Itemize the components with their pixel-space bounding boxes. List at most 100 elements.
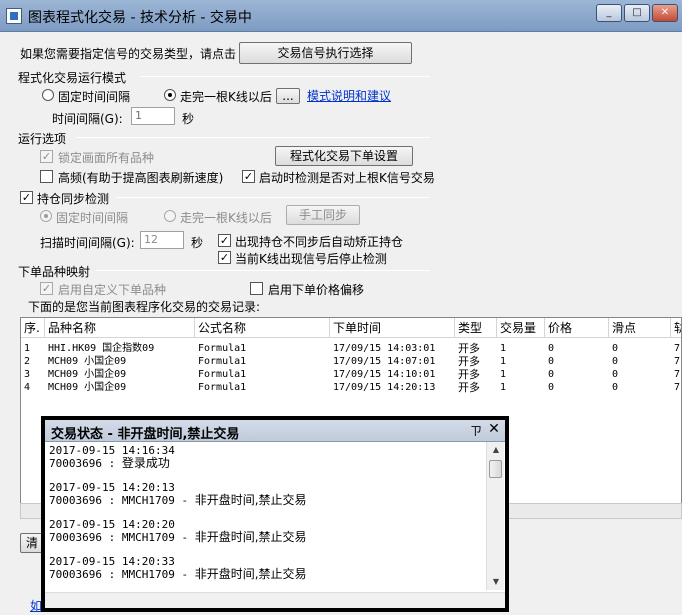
table-row[interactable]: 1 HHI.HK09 国企指数09 Formula1 17/09/15 14:03:0… — [21, 342, 681, 355]
log-account: 70003696 : MMCH1709 - — [49, 494, 195, 507]
sync-fixed-radio[interactable] — [40, 210, 52, 222]
table-cell: 7 — [674, 369, 681, 380]
scan-interval-label: 扫描时间间隔(G): — [40, 236, 135, 250]
col-index[interactable]: 序. — [21, 318, 45, 338]
title-bar[interactable]: 图表程式化交易 - 技术分析 - 交易中 _ □ ✕ — [0, 0, 682, 32]
table-cell: 7 — [674, 382, 681, 393]
log-entry: 2017-09-15 14:20:20 70003696 : MMCH1709 -… — [49, 518, 485, 544]
table-header: 序. 品种名称 公式名称 下单时间 类型 交易量 价格 滑点 轨 — [21, 318, 681, 338]
sync-after-kline-label: 走完一根K线以后 — [180, 211, 272, 225]
section-divider — [140, 76, 430, 77]
table-cell: 1 — [500, 356, 507, 367]
scan-interval-input[interactable]: 12 — [140, 231, 184, 249]
table-cell: Formula1 — [198, 356, 247, 367]
table-cell: 1 — [500, 369, 507, 380]
col-slippage[interactable]: 滑点 — [609, 318, 671, 338]
window-title: 图表程式化交易 - 技术分析 - 交易中 — [28, 10, 252, 26]
auto-correct-checkbox[interactable]: ✓ — [218, 234, 231, 247]
table-cell: MCH09 小国企09 — [48, 382, 127, 393]
interval-input[interactable]: 1 — [131, 107, 175, 125]
startup-check-checkbox[interactable]: ✓ — [242, 170, 255, 183]
sync-after-kline-radio[interactable] — [164, 210, 176, 222]
table-cell: 开多 — [458, 381, 480, 394]
trade-status-panel[interactable]: 交易状态 - 非开盘时间,禁止交易 ㄗ ✕ 2017-09-15 14:16:3… — [41, 416, 509, 612]
table-cell: 开多 — [458, 368, 480, 381]
table-cell: 17/09/15 14:10:01 — [333, 369, 436, 380]
col-extra[interactable]: 轨 — [671, 318, 681, 338]
log-text: 非开盘时间,禁止交易 — [194, 567, 307, 581]
table-body: 1 HHI.HK09 国企指数09 Formula1 17/09/15 14:03:0… — [21, 342, 681, 422]
col-volume[interactable]: 交易量 — [497, 318, 545, 338]
scroll-thumb[interactable] — [489, 460, 502, 478]
signal-select-button[interactable]: 交易信号执行选择 — [239, 42, 412, 64]
table-row[interactable]: 2 MCH09 小国企09 Formula1 17/09/15 14:07:01 开多 1… — [21, 355, 681, 368]
minimize-button[interactable]: _ — [596, 4, 622, 22]
scroll-down-arrow-icon[interactable]: ▼ — [487, 574, 505, 590]
stop-detect-checkbox[interactable]: ✓ — [218, 251, 231, 264]
maximize-button[interactable]: □ — [624, 4, 650, 22]
col-price[interactable]: 价格 — [545, 318, 609, 338]
price-offset-checkbox[interactable] — [250, 282, 263, 295]
table-cell: 1 — [500, 382, 507, 393]
pin-icon[interactable]: ㄗ — [469, 422, 483, 438]
mode-help-link[interactable]: 模式说明和建议 — [307, 87, 391, 104]
panel-header: 交易状态 - 非开盘时间,禁止交易 ㄗ ✕ — [45, 420, 505, 442]
table-cell: Formula1 — [198, 369, 247, 380]
sync-checkbox[interactable]: ✓ — [20, 191, 33, 204]
log-account: 70003696 : — [49, 457, 122, 470]
table-cell: 2 — [24, 356, 31, 367]
log-text: 非开盘时间,禁止交易 — [194, 493, 307, 507]
interval-label: 时间间隔(G): — [52, 112, 123, 126]
col-type[interactable]: 类型 — [455, 318, 497, 338]
section-divider — [116, 197, 430, 198]
table-cell: 1 — [24, 343, 31, 354]
log-message: 70003696 : MMCH1709 - 非开盘时间,禁止交易 — [49, 567, 485, 582]
mode-more-button[interactable]: ... — [276, 88, 300, 104]
table-row[interactable]: 3 MCH09 小国企09 Formula1 17/09/15 14:10:01 开多 1… — [21, 368, 681, 381]
table-row[interactable]: 4 MCH09 小国企09 Formula1 17/09/15 14:20:13 开多 1… — [21, 381, 681, 394]
manual-sync-button[interactable]: 手工同步 — [286, 205, 360, 225]
col-order-time[interactable]: 下单时间 — [330, 318, 455, 338]
section-divider — [96, 270, 430, 271]
table-cell: MCH09 小国企09 — [48, 356, 127, 367]
col-formula[interactable]: 公式名称 — [195, 318, 330, 338]
after-kline-radio[interactable] — [164, 89, 176, 101]
panel-title: 交易状态 - 非开盘时间,禁止交易 — [51, 427, 240, 442]
lock-all-checkbox[interactable]: ✓ — [40, 150, 53, 163]
price-offset-label: 启用下单价格偏移 — [268, 283, 365, 297]
run-mode-section: 程式化交易运行模式 — [18, 71, 127, 85]
table-cell: 0 — [548, 356, 555, 367]
panel-close-icon[interactable]: ✕ — [487, 421, 501, 439]
after-kline-label: 走完一根K线以后 — [180, 90, 272, 104]
log-vertical-scrollbar[interactable]: ▲ ▼ — [486, 442, 504, 590]
stop-detect-label: 当前K线出现信号后停止检测 — [235, 252, 387, 266]
table-cell: 17/09/15 14:07:01 — [333, 356, 436, 367]
sync-fixed-label: 固定时间间隔 — [56, 211, 129, 225]
signal-prompt: 如果您需要指定信号的交易类型，请点击 — [20, 47, 237, 61]
table-cell: Formula1 — [198, 343, 247, 354]
mapping-section: 下单品种映射 — [18, 265, 91, 279]
col-symbol[interactable]: 品种名称 — [45, 318, 195, 338]
lock-all-label: 锁定画面所有品种 — [58, 151, 155, 165]
log-message: 70003696 : MMCH1709 - 非开盘时间,禁止交易 — [49, 530, 485, 545]
high-freq-checkbox[interactable] — [40, 170, 53, 183]
scroll-up-arrow-icon[interactable]: ▲ — [487, 442, 505, 458]
high-freq-label: 高频(有助于提高图表刷新速度) — [58, 171, 224, 185]
table-cell: 7 — [674, 343, 681, 354]
sync-section: 持仓同步检测 — [37, 192, 110, 206]
table-cell: 开多 — [458, 355, 480, 368]
log-entry: 2017-09-15 14:20:33 70003696 : MMCH1709 -… — [49, 555, 485, 581]
auto-correct-label: 出现持仓不同步后自动矫正持仓 — [235, 235, 404, 249]
log-text: 非开盘时间,禁止交易 — [194, 530, 307, 544]
startup-check-label: 启动时检测是否对上根K信号交易 — [259, 171, 435, 185]
log-account: 70003696 : MMCH1709 - — [49, 568, 195, 581]
run-options-section: 运行选项 — [18, 132, 67, 146]
close-button[interactable]: ✕ — [652, 4, 678, 22]
custom-symbol-checkbox[interactable]: ✓ — [40, 282, 53, 295]
fixed-interval-radio[interactable] — [42, 89, 54, 101]
log-message: 70003696 : MMCH1709 - 非开盘时间,禁止交易 — [49, 493, 485, 508]
table-cell: 0 — [548, 343, 555, 354]
table-cell: 0 — [612, 369, 619, 380]
order-settings-button[interactable]: 程式化交易下单设置 — [275, 146, 413, 166]
log-horizontal-scrollbar[interactable] — [45, 592, 505, 608]
